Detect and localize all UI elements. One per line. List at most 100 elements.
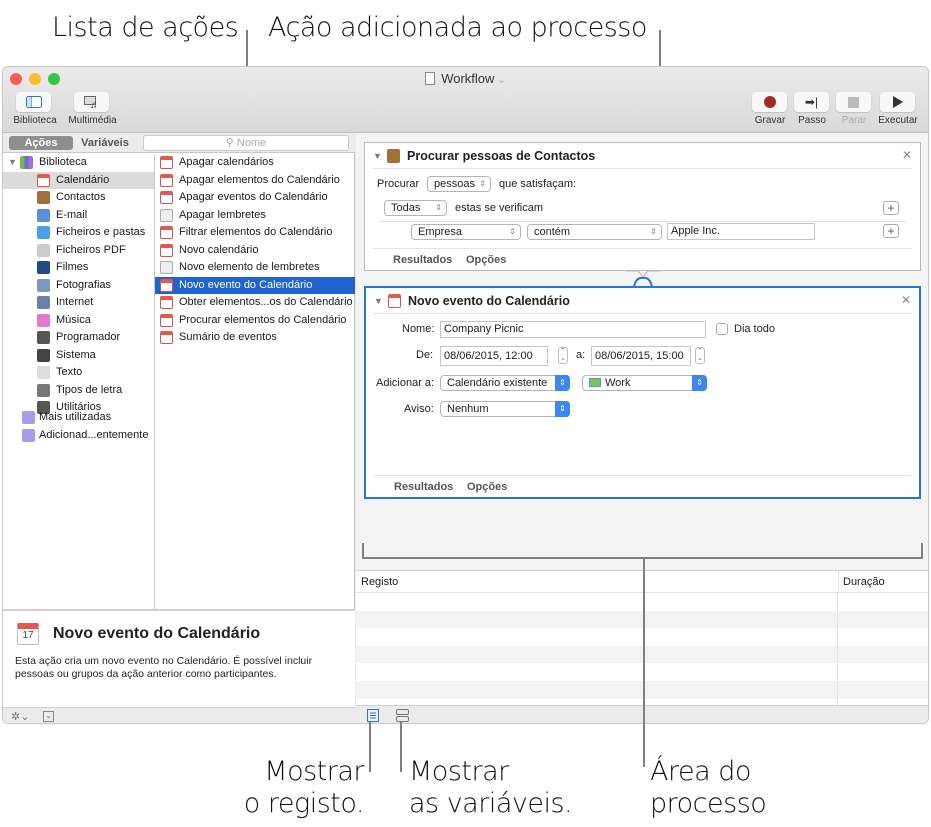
allday-checkbox[interactable]: [716, 323, 728, 335]
action-list-item[interactable]: Apagar elementos do Calendário: [155, 172, 355, 189]
toggle-description-icon[interactable]: ⌄: [43, 711, 54, 722]
sidebar-item-category[interactable]: Programador: [3, 329, 154, 346]
from-date-input[interactable]: 08/06/2015, 12:00: [440, 346, 548, 366]
library-button[interactable]: [16, 92, 51, 112]
from-date-stepper[interactable]: ⌃ ⌄: [558, 347, 568, 364]
match-value: Todas: [391, 202, 421, 214]
show-log-icon[interactable]: [367, 709, 379, 722]
tab-options[interactable]: Opções: [467, 481, 507, 493]
library-footer: ✲⌄ ⌄: [3, 707, 355, 723]
name-label: Nome:: [402, 323, 435, 335]
tab-options[interactable]: Opções: [466, 254, 506, 266]
action-list-item[interactable]: Apagar eventos do Calendário: [155, 189, 355, 206]
action-list-item[interactable]: Procurar elementos do Calendário: [155, 312, 355, 329]
calendar-popup[interactable]: Work ⇕: [582, 375, 707, 391]
step-button[interactable]: ➡|: [794, 92, 829, 112]
tab-actions[interactable]: Ações: [9, 136, 73, 150]
allday-label: Dia todo: [734, 323, 775, 335]
media-icon: ♫: [83, 95, 97, 109]
add-criteria-button[interactable]: +: [883, 201, 899, 215]
log-row: [356, 593, 928, 611]
action-list-item[interactable]: Novo evento do Calendário: [155, 276, 355, 294]
sidebar-item-category[interactable]: Música: [3, 312, 154, 329]
criteria-value-input[interactable]: Apple Inc.: [667, 223, 815, 240]
criteria-field-popup[interactable]: Empresa ⇕: [411, 224, 521, 240]
to-date-input[interactable]: 08/06/2015, 15:00: [591, 346, 691, 366]
action-list-item[interactable]: Sumário de eventos: [155, 329, 355, 346]
close-icon[interactable]: ✕: [901, 293, 911, 307]
document-icon: [425, 72, 436, 85]
action-list-item[interactable]: Novo calendário: [155, 242, 355, 259]
sidebar-item-category[interactable]: Internet: [3, 294, 154, 311]
action-label: Apagar eventos do Calendário: [179, 191, 328, 203]
workflow-area[interactable]: ▼ Procurar pessoas de Contactos ✕ Procur…: [356, 133, 928, 723]
disclosure-triangle-icon[interactable]: ▼: [373, 151, 382, 161]
find-label: Procurar: [377, 178, 420, 190]
sidebar-item-category[interactable]: Texto: [3, 364, 154, 381]
folder-icon: [22, 411, 35, 424]
alert-popup[interactable]: Nenhum ⇕: [440, 401, 570, 417]
folder-most-used[interactable]: Mais utilizadas: [3, 409, 154, 426]
tab-results[interactable]: Resultados: [393, 254, 452, 266]
to-date-stepper[interactable]: ⌃ ⌄: [695, 347, 705, 364]
library-pane: Ações Variáveis ⚲ Nome ▼ Biblioteca Cale…: [3, 133, 355, 723]
add-criteria-row-button[interactable]: +: [883, 224, 899, 238]
event-name-input[interactable]: Company Picnic: [440, 321, 706, 338]
tab-results[interactable]: Resultados: [394, 481, 453, 493]
find-type-popup[interactable]: pessoas ⇕: [427, 176, 491, 192]
column-duration[interactable]: Duração: [838, 571, 885, 593]
sidebar-item-category[interactable]: Contactos: [3, 189, 154, 206]
run-button[interactable]: [880, 92, 915, 112]
category-label: Contactos: [56, 191, 106, 203]
library-root[interactable]: ▼ Biblioteca: [3, 154, 154, 171]
category-label: Tipos de letra: [56, 383, 123, 396]
mail-icon: [37, 208, 50, 222]
calendar-source-popup[interactable]: Calendário existente ⇕: [440, 375, 570, 391]
sidebar-item-category[interactable]: Fotografias: [3, 277, 154, 294]
action-list-item[interactable]: Obter elementos...os do Calendário: [155, 294, 355, 311]
log-row: [356, 681, 928, 699]
log-row: [356, 610, 928, 629]
toolbar: Workflow ⌄ Biblioteca ♫ Multimédia Gravar…: [3, 67, 928, 133]
sidebar-item-category[interactable]: Calendário: [3, 171, 154, 189]
contacts-icon: [387, 149, 400, 163]
record-button[interactable]: [752, 92, 787, 112]
media-button[interactable]: ♫: [74, 92, 109, 112]
font-icon: [37, 383, 50, 397]
sidebar-item-category[interactable]: Sistema: [3, 347, 154, 364]
stop-button[interactable]: [836, 92, 871, 112]
sidebar-item-category[interactable]: E-mail: [3, 207, 154, 224]
match-popup[interactable]: Todas ⇕: [384, 200, 447, 216]
criteria-operator-popup[interactable]: contém ⇕: [527, 224, 662, 240]
disclosure-triangle-icon[interactable]: ▼: [374, 296, 383, 306]
disclosure-triangle-icon[interactable]: ▼: [8, 154, 17, 171]
sidebar-item-category[interactable]: Filmes: [3, 259, 154, 276]
action-card-new-event[interactable]: ▼ Novo evento do Calendário ✕ Nome: Comp…: [364, 286, 921, 499]
window-title[interactable]: Workflow ⌄: [3, 71, 928, 86]
search-icon: ⚲: [225, 137, 237, 149]
action-label: Apagar calendários: [179, 156, 274, 168]
sidebar-item-category[interactable]: Ficheiros PDF: [3, 242, 154, 259]
search-input[interactable]: ⚲ Nome: [143, 135, 349, 151]
action-list-item[interactable]: Apagar lembretes: [155, 207, 355, 224]
sidebar-item-category[interactable]: Ficheiros e pastas: [3, 224, 154, 241]
callout-show-log-line2: o registo.: [243, 788, 365, 819]
close-icon[interactable]: ✕: [902, 148, 912, 162]
category-label: E-mail: [56, 208, 88, 221]
calendar-color-swatch: [589, 378, 601, 387]
gear-menu-icon[interactable]: ✲⌄: [11, 710, 29, 723]
action-list-item[interactable]: Novo elemento de lembretes: [155, 259, 355, 276]
find-type-value: pessoas: [434, 178, 475, 190]
stop-icon: [848, 96, 859, 108]
action-card-find-contacts[interactable]: ▼ Procurar pessoas de Contactos ✕ Procur…: [364, 142, 921, 271]
globe-icon: [37, 296, 50, 309]
show-variables-icon[interactable]: [396, 709, 409, 722]
sidebar-item-category[interactable]: Tipos de letra: [3, 382, 154, 399]
category-label: Calendário: [56, 173, 110, 186]
action-list-item[interactable]: Filtrar elementos do Calendário: [155, 224, 355, 241]
folder-recently-added[interactable]: Adicionad...entemente: [3, 427, 154, 444]
tab-variables[interactable]: Variáveis: [77, 136, 133, 150]
action-list-item[interactable]: Apagar calendários: [155, 154, 355, 171]
action-title: Novo evento do Calendário: [408, 294, 570, 308]
column-log[interactable]: Registo: [361, 571, 398, 593]
